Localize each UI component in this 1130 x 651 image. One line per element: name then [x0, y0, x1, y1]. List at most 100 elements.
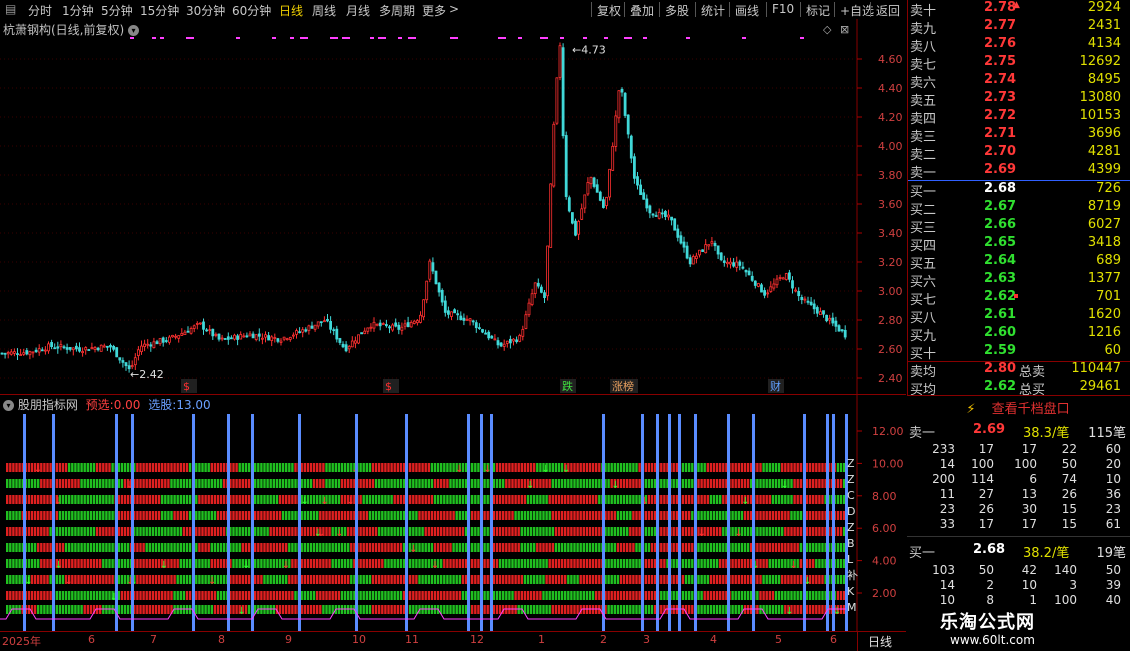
chevron-right-icon[interactable]: > — [449, 2, 459, 16]
period-tab-7[interactable]: 周线 — [312, 2, 336, 19]
ask-row[interactable]: 卖八 2.76 4134 — [908, 36, 1130, 55]
toolbar-action-1[interactable]: 叠加 — [630, 2, 654, 19]
bid-row[interactable]: 买四 2.65 3418 — [908, 235, 1130, 254]
bid-row[interactable]: 买九 2.60 1216 — [908, 325, 1130, 344]
queue-cell: 140 — [1054, 563, 1077, 577]
queue-cell: 74 — [1061, 472, 1077, 486]
chart-event-marker[interactable]: 跌 — [562, 379, 573, 393]
close-icon[interactable]: ⊠ — [840, 23, 849, 36]
signal-dot — [643, 37, 647, 39]
ask-row[interactable]: 卖六 2.74 8495 — [908, 72, 1130, 91]
candle — [567, 195, 571, 213]
ask-row[interactable]: 卖三 2.71 3696 — [908, 126, 1130, 145]
chart-event-marker[interactable]: 财 — [770, 379, 781, 393]
view-depth-label: 查看千档盘口 — [991, 402, 1070, 417]
price-tick-label: 4.20 — [878, 111, 903, 124]
sel-value: 13.00 — [176, 398, 211, 412]
queue-cell: 13 — [1021, 487, 1037, 501]
ask-price: 2.70 — [984, 144, 1017, 159]
period-tab-2[interactable]: 5分钟 — [101, 2, 133, 19]
diamond-icon[interactable]: ◇ — [823, 23, 832, 36]
ask-volume: 2431 — [1087, 18, 1121, 33]
period-tab-8[interactable]: 月线 — [346, 2, 370, 19]
stock-title: 杭萧钢构(日线,前复权) — [3, 23, 125, 37]
chart-event-marker[interactable]: $ — [183, 380, 190, 393]
indicator-title: ▾ 股朋指标网 预选:0.00 选股:13.00 — [3, 396, 211, 413]
period-tab-1[interactable]: 1分钟 — [62, 2, 94, 19]
ask-row[interactable]: 卖七 2.75 12692 — [908, 54, 1130, 73]
price-tick-label: 3.00 — [878, 285, 903, 298]
indicator-tick-label: 12.00 — [872, 425, 904, 438]
period-tab-0[interactable]: 分时 — [28, 2, 52, 19]
date-tick-label: 7 — [150, 633, 157, 646]
toolbar-action-5[interactable]: F10 — [772, 2, 794, 16]
ask-row[interactable]: 卖四 2.72 10153 — [908, 108, 1130, 127]
bid-row[interactable]: 买五 2.64 689 — [908, 253, 1130, 272]
row-letter: 补 — [847, 569, 858, 582]
indicator-chart[interactable]: 12.0010.008.006.004.002.00↓ ↓↓ ↓↓↓↓↓↓↓↓↓↓↓… — [0, 395, 906, 631]
ask-row[interactable]: 卖五 2.73 13080 — [908, 90, 1130, 109]
toolbar-action-6[interactable]: 标记 — [806, 2, 830, 19]
bid-name: 买三 — [910, 221, 937, 236]
arrow-icon: ↓ — [242, 560, 250, 571]
arrow-icon: ↓ — [790, 560, 798, 571]
view-thousand-depth-button[interactable]: ⚡ 查看千档盘口 — [912, 400, 1124, 420]
period-tab-6[interactable]: 日线 — [279, 2, 303, 19]
ask-row[interactable]: 卖九 2.77 2431 — [908, 18, 1130, 37]
queue-divider — [907, 536, 1130, 537]
order-book: 卖十 2.78 2924 卖九 2.77 2431 卖八 2.76 4134 卖七 2.75 1269… — [907, 0, 1130, 398]
date-tick-label: 6 — [88, 633, 95, 646]
arrow-icon: ↓ — [335, 528, 343, 539]
chevron-down-icon[interactable]: ▾ — [128, 25, 140, 36]
bid-price: 2.66 — [984, 217, 1017, 232]
bid-row[interactable]: 买三 2.66 6027 — [908, 217, 1130, 236]
candle — [574, 218, 577, 237]
chevron-down-icon[interactable]: ▾ — [3, 400, 14, 411]
period-tab-3[interactable]: 15分钟 — [140, 2, 179, 19]
ask-name: 卖三 — [910, 130, 937, 145]
toolbar-action-3[interactable]: 统计 — [701, 2, 725, 19]
toolbar-separator — [591, 2, 592, 17]
toolbar-action-4[interactable]: 画线 — [735, 2, 759, 19]
period-tab-10[interactable]: 更多 — [422, 2, 446, 19]
arrow-icon: ↓ — [741, 496, 749, 507]
chart-event-marker[interactable]: 涨榜 — [612, 379, 634, 393]
signal-dot — [342, 37, 350, 39]
ask-row[interactable]: 卖二 2.70 4281 — [908, 144, 1130, 163]
bid-volume: 1377 — [1087, 271, 1121, 286]
menu-icon[interactable]: ▤ — [5, 2, 16, 16]
candlestick-chart[interactable]: 4.60 4.40 4.20 4.00 3.80 3.60 3.40 3.20 3.00 2.80… — [0, 19, 906, 395]
bid-row[interactable]: 买十 2.59 60 — [908, 343, 1130, 362]
pre-value: 0.00 — [113, 398, 141, 412]
ask-volume: 4134 — [1087, 36, 1121, 51]
ask-name: 卖五 — [910, 94, 937, 109]
bid-row[interactable]: 买七 2.62 701 — [908, 289, 1130, 308]
toolbar-action-0[interactable]: 复权 — [597, 2, 621, 19]
bid-row[interactable]: 买二 2.67 8719 — [908, 199, 1130, 218]
ask-price: 2.74 — [984, 72, 1017, 87]
date-tick-label: 3 — [643, 633, 650, 646]
arrow-icon: ↓ — [346, 496, 354, 507]
bid-price: 2.67 — [984, 199, 1017, 214]
signal-dot — [398, 37, 402, 39]
period-tab-5[interactable]: 60分钟 — [232, 2, 271, 19]
sel-label: 选股: — [148, 398, 177, 412]
toolbar-action-8[interactable]: 返回 — [876, 2, 900, 19]
queue-cell: 200 — [932, 472, 955, 486]
bid-row[interactable]: 买一 2.68 726 — [908, 181, 1130, 200]
toolbar-action-2[interactable]: 多股 — [665, 2, 689, 19]
selection-bar — [480, 414, 483, 631]
candle — [223, 338, 227, 340]
period-tab-4[interactable]: 30分钟 — [186, 2, 225, 19]
arrow-icon: ↓ — [300, 496, 308, 507]
queue-cell: 10 — [1105, 472, 1121, 486]
arrow-icon: ↓ — [54, 496, 62, 507]
period-tab-9[interactable]: 多周期 — [379, 2, 415, 19]
ask-row[interactable]: 卖一 2.69 4399 — [908, 162, 1130, 181]
bid-row[interactable]: 买六 2.63 1377 — [908, 271, 1130, 290]
chart-event-marker[interactable]: $ — [385, 380, 392, 393]
bid-row[interactable]: 买八 2.61 1620 — [908, 307, 1130, 326]
toolbar-action-7[interactable]: +自选 — [840, 2, 874, 19]
date-tick-label: 8 — [218, 633, 225, 646]
row-letter: K — [847, 585, 855, 598]
